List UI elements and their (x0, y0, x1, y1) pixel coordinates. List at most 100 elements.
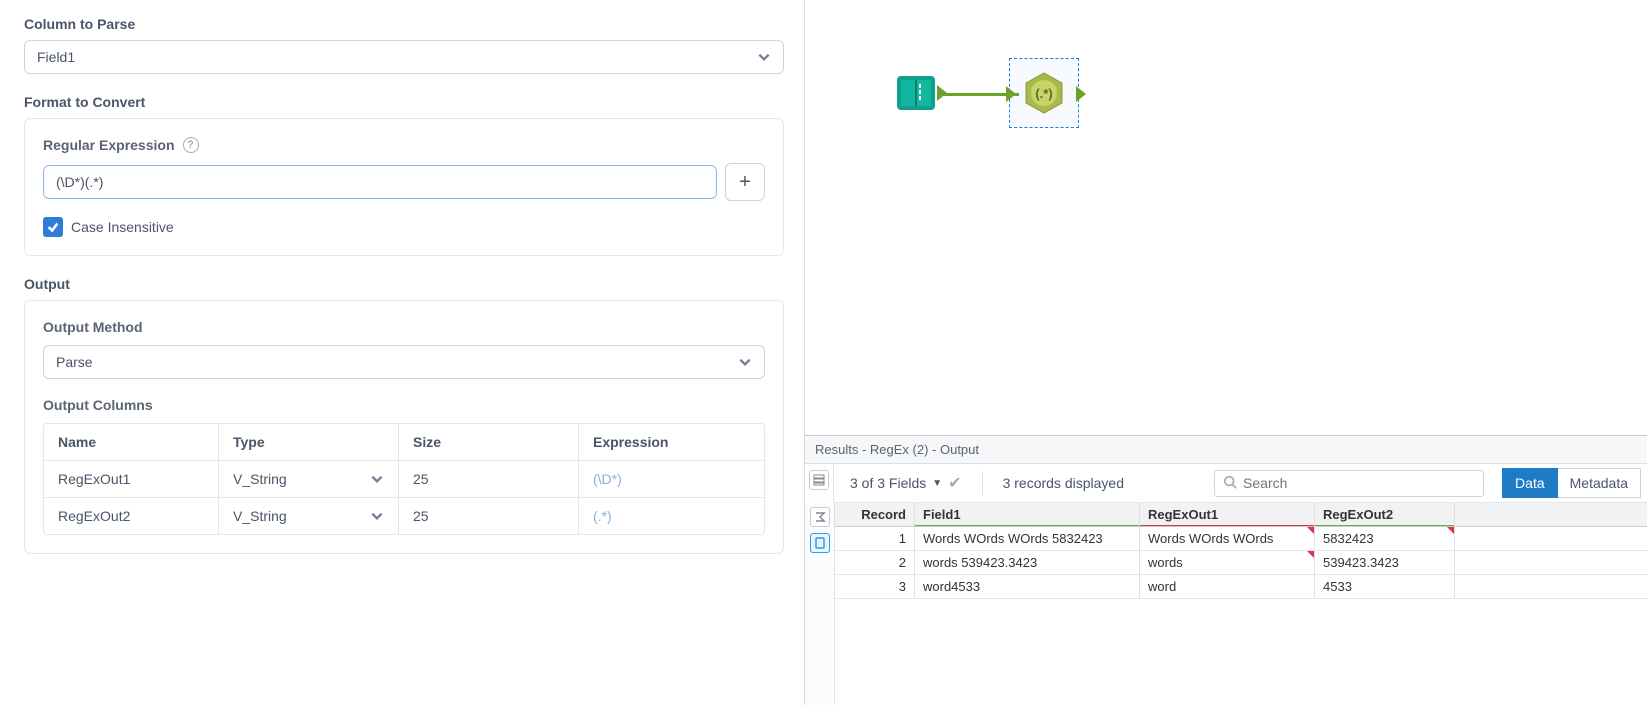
page-icon[interactable] (810, 533, 830, 553)
help-icon[interactable]: ? (183, 137, 199, 153)
case-insensitive-row: Case Insensitive (43, 217, 765, 237)
cell-name[interactable]: RegExOut1 (44, 461, 219, 497)
grid-row[interactable]: 1 Words WOrds WOrds 5832423 Words WOrds … (835, 527, 1647, 551)
header-regexout1[interactable]: RegExOut1 (1140, 503, 1315, 526)
cell-field1: words 539423.3423 (915, 551, 1140, 574)
right-panel: (.*) Results - RegEx (2) - Output 3 of 3… (805, 0, 1647, 705)
cell-size[interactable]: 25 (399, 498, 579, 534)
check-icon: ✔ (948, 473, 961, 493)
cell-expression: (.*) (579, 498, 764, 534)
cell-name[interactable]: RegExOut2 (44, 498, 219, 534)
add-regex-button[interactable]: + (725, 163, 765, 201)
regex-tool-node[interactable]: (.*) (1009, 58, 1079, 128)
caret-down-icon: ▼ (932, 478, 942, 489)
output-section: Output Output Method Parse Output Column… (24, 276, 784, 554)
separator (982, 471, 983, 495)
header-size: Size (399, 424, 579, 460)
header-field1[interactable]: Field1 (915, 503, 1140, 526)
header-type: Type (219, 424, 399, 460)
format-to-convert-label: Format to Convert (24, 94, 784, 110)
output-columns-label: Output Columns (43, 397, 765, 413)
regex-label: Regular Expression (43, 137, 175, 153)
format-to-convert-section: Format to Convert Regular Expression ? +… (24, 94, 784, 256)
search-input[interactable] (1243, 475, 1475, 491)
output-method-value: Parse (56, 354, 93, 370)
regex-hex-icon: (.*) (1022, 71, 1066, 115)
cell-record: 2 (835, 551, 915, 574)
chevron-down-icon (738, 355, 752, 369)
fields-summary: 3 of 3 Fields (850, 475, 926, 491)
table-row[interactable]: RegExOut2 V_String 25 (.*) (44, 497, 764, 534)
grid-row[interactable]: 2 words 539423.3423 words 539423.3423 (835, 551, 1647, 575)
cell-regexout2: 539423.3423 (1315, 551, 1455, 574)
cell-regexout1: word (1140, 575, 1315, 598)
red-corner-icon (1447, 527, 1454, 534)
chevron-down-icon (370, 509, 384, 523)
cell-regexout1: Words WOrds WOrds (1140, 527, 1315, 550)
workflow-canvas[interactable]: (.*) (805, 0, 1647, 435)
table-header-row: Name Type Size Expression (44, 424, 764, 460)
output-label: Output (24, 276, 784, 292)
cell-type[interactable]: V_String (219, 461, 399, 497)
red-underline (1140, 525, 1314, 526)
output-method-label: Output Method (43, 319, 765, 335)
config-panel: Column to Parse Field1 Format to Convert… (0, 0, 805, 705)
regex-input[interactable] (43, 165, 717, 199)
text-input-tool-node[interactable] (895, 72, 937, 114)
case-insensitive-label[interactable]: Case Insensitive (71, 219, 174, 235)
results-title: Results - RegEx (2) - Output (805, 436, 1647, 464)
output-method-select[interactable]: Parse (43, 345, 765, 379)
output-anchor-icon[interactable] (1076, 86, 1086, 102)
cell-expression: (\D*) (579, 461, 764, 497)
cell-record: 1 (835, 527, 915, 550)
header-expression: Expression (579, 424, 764, 460)
cell-record: 3 (835, 575, 915, 598)
column-to-parse-value: Field1 (37, 49, 75, 65)
cell-regexout2: 5832423 (1315, 527, 1455, 550)
input-anchor-icon[interactable] (1006, 86, 1016, 102)
grid-row[interactable]: 3 word4533 word 4533 (835, 575, 1647, 599)
tabs: Data Metadata (1502, 468, 1641, 498)
cell-regexout1: words (1140, 551, 1315, 574)
table-row[interactable]: RegExOut1 V_String 25 (\D*) (44, 460, 764, 497)
svg-text:(.*): (.*) (1035, 86, 1052, 101)
tab-metadata[interactable]: Metadata (1558, 468, 1641, 498)
red-corner-icon (1307, 551, 1314, 558)
header-record[interactable]: Record (835, 503, 915, 526)
column-to-parse-label: Column to Parse (24, 16, 784, 32)
regex-input-row: + (43, 163, 765, 201)
regex-label-row: Regular Expression ? (43, 137, 765, 153)
results-search[interactable] (1214, 470, 1484, 497)
column-to-parse-select[interactable]: Field1 (24, 40, 784, 74)
cell-field1: Words WOrds WOrds 5832423 (915, 527, 1140, 550)
fields-dropdown[interactable]: 3 of 3 Fields ▼ ✔ (840, 469, 972, 497)
results-panel: Results - RegEx (2) - Output 3 of 3 Fiel… (805, 435, 1647, 705)
output-group: Output Method Parse Output Columns Name … (24, 300, 784, 554)
search-icon (1223, 475, 1237, 492)
results-sidebar-icons (805, 503, 835, 705)
chevron-down-icon (757, 50, 771, 64)
header-name: Name (44, 424, 219, 460)
column-to-parse-section: Column to Parse Field1 (24, 16, 784, 74)
cell-field1: word4533 (915, 575, 1140, 598)
book-icon (895, 72, 937, 114)
results-grid[interactable]: Record Field1 RegExOut1 RegExOut2 (835, 503, 1647, 705)
tab-data[interactable]: Data (1502, 468, 1558, 498)
output-columns-table: Name Type Size Expression RegExOut1 V_St… (43, 423, 765, 535)
case-insensitive-checkbox[interactable] (43, 217, 63, 237)
red-corner-icon (1307, 527, 1314, 534)
sigma-icon[interactable] (810, 507, 830, 527)
results-body: Record Field1 RegExOut1 RegExOut2 (805, 503, 1647, 705)
green-underline (1315, 525, 1454, 526)
cell-type[interactable]: V_String (219, 498, 399, 534)
records-summary: 3 records displayed (993, 471, 1134, 495)
chevron-down-icon (370, 472, 384, 486)
config-inner: Column to Parse Field1 Format to Convert… (4, 0, 804, 590)
header-regexout2[interactable]: RegExOut2 (1315, 503, 1455, 526)
layout-icon[interactable] (809, 470, 829, 490)
green-underline (915, 525, 1139, 526)
cell-size[interactable]: 25 (399, 461, 579, 497)
format-group: Regular Expression ? + Case Insensitive (24, 118, 784, 256)
grid-header-row: Record Field1 RegExOut1 RegExOut2 (835, 503, 1647, 527)
results-left-iconcol (805, 464, 834, 503)
